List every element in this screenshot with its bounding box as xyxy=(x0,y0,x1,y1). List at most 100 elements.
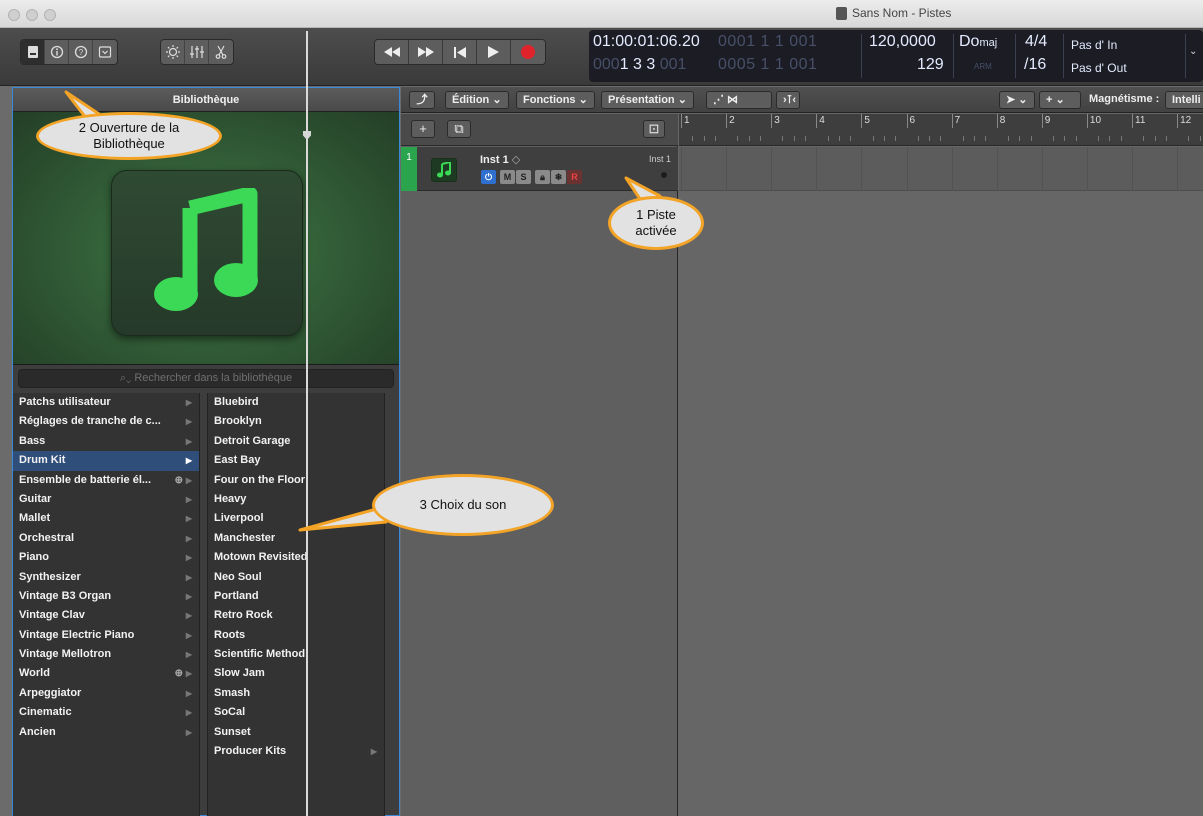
bar-line xyxy=(906,114,908,128)
patch-item[interactable]: Scientific Method xyxy=(208,645,384,664)
track-name[interactable]: Inst 1 ◇ xyxy=(480,153,520,166)
record-icon[interactable] xyxy=(511,40,545,64)
lock-icon[interactable]: 🔒︎ xyxy=(535,170,550,184)
solo-button[interactable]: S xyxy=(516,170,531,184)
patch-item[interactable]: Smash xyxy=(208,684,384,703)
lcd-display[interactable]: 01:00:01:06.20 0001 1 1 001 0001 3 3 001… xyxy=(589,30,1203,82)
lcd-bars-end: 0005 1 1 001 xyxy=(718,56,818,73)
duplicate-track-button[interactable]: ⧉ xyxy=(447,120,471,138)
download-icon[interactable]: ⊕ xyxy=(175,664,183,683)
category-item[interactable]: Cinematic ▶ xyxy=(13,703,199,722)
back-arrow-icon[interactable]: ⤴ xyxy=(409,91,435,109)
patch-item[interactable]: Slow Jam xyxy=(208,664,384,683)
functions-menu[interactable]: Fonctions ⌄ xyxy=(516,91,595,109)
editor-icon[interactable] xyxy=(93,40,117,64)
bar-number: 8 xyxy=(999,115,1006,126)
patch-list: Bluebird Brooklyn Detroit Garage East Bay Fo… xyxy=(207,393,385,816)
patch-item[interactable]: Roots xyxy=(208,626,384,645)
category-item[interactable]: Ancien ▶ xyxy=(13,723,199,742)
chevron-down-icon[interactable]: ⌄ xyxy=(1189,46,1197,57)
forward-icon[interactable] xyxy=(409,40,443,64)
beat-tick xyxy=(1007,136,1009,141)
rewind-icon[interactable] xyxy=(375,40,409,64)
track-lane[interactable] xyxy=(679,147,1203,191)
category-item[interactable]: Mallet ▶ xyxy=(13,509,199,528)
record-enable-button[interactable]: R xyxy=(567,170,582,184)
chevron-right-icon: ▶ xyxy=(185,456,192,466)
patch-item[interactable]: Manchester xyxy=(208,529,384,548)
category-item[interactable]: Arpeggiator ▶ xyxy=(13,684,199,703)
category-item[interactable]: Guitar ▶ xyxy=(13,490,199,509)
patch-item[interactable]: Bluebird xyxy=(208,393,384,412)
patch-item[interactable]: Retro Rock xyxy=(208,606,384,625)
catch-playhead-icon[interactable]: ›⊺‹ xyxy=(776,91,800,109)
patch-item[interactable]: Heavy xyxy=(208,490,384,509)
edit-menu[interactable]: Édition ⌄ xyxy=(445,91,509,109)
playhead[interactable] xyxy=(306,31,308,816)
add-track-button[interactable]: + xyxy=(411,120,435,138)
track-row[interactable]: 1 Inst 1 ◇ Inst 1 ⏻ M S 🔒︎ ❄ R xyxy=(401,147,678,191)
patch-item[interactable]: Producer Kits ▶ xyxy=(208,742,384,761)
chevron-right-icon: ▶ xyxy=(185,494,192,504)
category-item[interactable]: Orchestral ▶ xyxy=(13,529,199,548)
mute-button[interactable]: M xyxy=(500,170,515,184)
category-item[interactable]: Réglages de tranche de c... ▶ xyxy=(13,412,199,431)
library-search-input[interactable]: ⌕⌄ Rechercher dans la bibliothèque xyxy=(18,369,394,388)
search-icon: ⌕⌄ xyxy=(119,372,132,384)
category-item[interactable]: Ensemble de batterie él... ⊕ ▶ xyxy=(13,471,199,490)
category-item[interactable]: Bass ▶ xyxy=(13,432,199,451)
patch-item[interactable]: Detroit Garage xyxy=(208,432,384,451)
pencil-tool-icon[interactable]: + ⌄ xyxy=(1039,91,1081,109)
close-window-button[interactable] xyxy=(8,9,20,21)
timeline[interactable]: 1 2 3 4 5 6 7 8 9 10 11 12 xyxy=(679,114,1203,816)
category-item[interactable]: Vintage Mellotron ▶ xyxy=(13,645,199,664)
category-item[interactable]: Vintage Clav ▶ xyxy=(13,606,199,625)
category-item[interactable]: World ⊕ ▶ xyxy=(13,664,199,683)
to-start-icon[interactable] xyxy=(443,40,477,64)
grid-line xyxy=(861,147,863,191)
beat-tick xyxy=(838,136,840,141)
category-item[interactable]: Vintage B3 Organ ▶ xyxy=(13,587,199,606)
minimize-window-button[interactable] xyxy=(26,9,38,21)
download-icon[interactable]: ⊕ xyxy=(175,471,183,490)
bar-ruler[interactable]: 1 2 3 4 5 6 7 8 9 10 11 12 xyxy=(679,114,1203,146)
zoom-window-button[interactable] xyxy=(44,9,56,21)
mixer-icon[interactable] xyxy=(185,40,209,64)
patch-item[interactable]: Sunset xyxy=(208,723,384,742)
pointer-tool-icon[interactable]: ➤ ⌄ xyxy=(999,91,1035,109)
category-item[interactable]: Synthesizer ▶ xyxy=(13,568,199,587)
power-icon[interactable]: ⏻ xyxy=(481,170,496,184)
patch-item[interactable]: Liverpool xyxy=(208,509,384,528)
callout-library-open: 2 Ouverture de la Bibliothèque xyxy=(36,112,222,160)
view-menu[interactable]: Présentation ⌄ xyxy=(601,91,694,109)
patch-item[interactable]: Portland xyxy=(208,587,384,606)
snap-menu[interactable]: Intelli xyxy=(1165,91,1203,109)
title-bar: Sans Nom - Pistes xyxy=(0,0,1203,28)
category-item[interactable]: Vintage Electric Piano ▶ xyxy=(13,626,199,645)
grid-line xyxy=(726,147,728,191)
automation-icon[interactable]: ⋰ ⋈ xyxy=(706,91,772,109)
chevron-right-icon: ▶ xyxy=(185,475,192,485)
scissors-icon[interactable] xyxy=(209,40,233,64)
bar-number: 11 xyxy=(1135,115,1146,126)
category-item[interactable]: Patchs utilisateur ▶ xyxy=(13,393,199,412)
category-item[interactable]: Piano ▶ xyxy=(13,548,199,567)
patch-item[interactable]: SoCal xyxy=(208,703,384,722)
play-icon[interactable] xyxy=(477,40,511,64)
patch-item[interactable]: Brooklyn xyxy=(208,412,384,431)
chevron-right-icon: ▶ xyxy=(185,533,192,543)
library-icon[interactable] xyxy=(21,40,45,64)
brightness-icon[interactable] xyxy=(161,40,185,64)
info-icon[interactable] xyxy=(45,40,69,64)
help-icon[interactable]: ? xyxy=(69,40,93,64)
patch-item[interactable]: Neo Soul xyxy=(208,568,384,587)
patch-item[interactable]: East Bay xyxy=(208,451,384,470)
category-item[interactable]: Drum Kit ▶ xyxy=(13,451,199,471)
global-tracks-icon[interactable]: ⊡ xyxy=(643,120,665,138)
lcd-signature-bottom: /16 xyxy=(1024,56,1047,73)
patch-item[interactable]: Motown Revisited xyxy=(208,548,384,567)
chevron-right-icon: ▶ xyxy=(185,708,192,718)
freeze-icon[interactable]: ❄ xyxy=(551,170,566,184)
view-buttons-group: ? xyxy=(20,39,118,65)
patch-item[interactable]: Four on the Floor xyxy=(208,471,384,490)
